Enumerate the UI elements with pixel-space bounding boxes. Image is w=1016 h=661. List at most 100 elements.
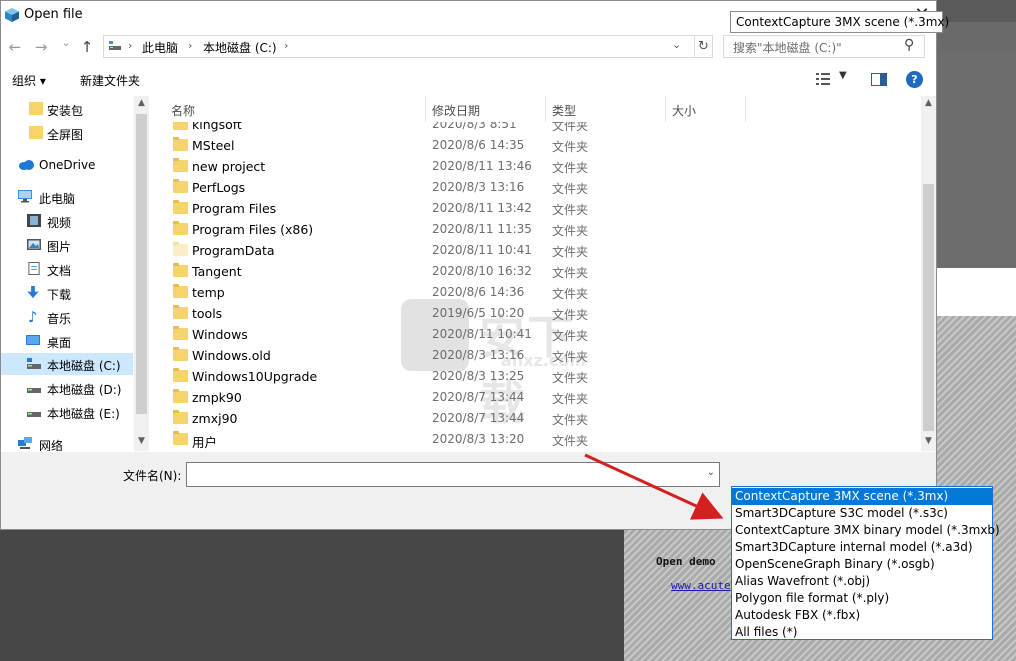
file-type-select[interactable]: ContextCapture 3MX scene (*.3mx) [730, 11, 949, 33]
sidebar-item-this-pc[interactable]: 此电脑 [1, 186, 133, 208]
table-row[interactable]: PerfLogs 2020/8/3 13:16 文件夹 [150, 177, 921, 198]
address-bar[interactable]: › 此电脑 › 本地磁盘 (C:) › ⌄ ↻ [103, 35, 713, 58]
file-name: zmpk90 [192, 390, 242, 405]
breadcrumb-local-disk-c[interactable]: 本地磁盘 (C:) [203, 39, 277, 56]
background-link[interactable]: www.acute [671, 579, 731, 592]
sidebar-item-label: 安装包 [47, 104, 84, 118]
file-type-option[interactable]: ContextCapture 3MX scene (*.3mx) [732, 488, 992, 505]
file-type: 文件夹 [552, 203, 589, 217]
sidebar-item-label: 此电脑 [39, 192, 76, 206]
scroll-down-icon[interactable]: ▼ [921, 436, 936, 446]
file-type-option[interactable]: Polygon file format (*.ply) [732, 590, 992, 607]
file-type-option[interactable]: Autodesk FBX (*.fbx) [732, 607, 992, 624]
scrollbar-thumb[interactable] [923, 184, 934, 431]
column-header-date[interactable]: 修改日期 [432, 102, 480, 119]
folder-icon [173, 347, 188, 361]
file-name: Windows10Upgrade [192, 369, 318, 384]
file-name: 用户 [192, 435, 218, 450]
column-header-type[interactable]: 类型 [552, 102, 576, 119]
column-divider[interactable] [545, 96, 546, 122]
file-name: new project [192, 159, 266, 174]
column-divider[interactable] [665, 96, 666, 122]
table-row[interactable]: new project 2020/8/11 13:46 文件夹 [150, 156, 921, 177]
file-list-scrollbar[interactable]: ▲ ▼ [921, 96, 936, 451]
table-row[interactable]: ProgramData 2020/8/11 10:41 文件夹 [150, 240, 921, 261]
background-demo-text: Open demo [656, 555, 716, 568]
refresh-icon[interactable]: ↻ [694, 36, 712, 57]
sidebar-item-label: 全屏图 [47, 128, 84, 142]
sidebar-item-downloads[interactable]: 下载 [1, 282, 133, 304]
file-type-option[interactable]: Smart3DCapture S3C model (*.s3c) [732, 505, 992, 522]
up-arrow-icon[interactable]: ↑ [77, 37, 97, 57]
breadcrumb-separator-icon: › [128, 39, 133, 52]
sidebar-item-network[interactable]: 网络 [1, 433, 133, 451]
column-divider[interactable] [425, 96, 426, 122]
table-row[interactable]: Program Files 2020/8/11 13:42 文件夹 [150, 198, 921, 219]
scroll-up-icon[interactable]: ▲ [921, 98, 936, 108]
back-arrow-icon[interactable]: ← [5, 37, 25, 57]
forward-arrow-icon[interactable]: → [31, 37, 51, 57]
preview-pane-icon[interactable] [871, 73, 887, 86]
file-date: 2020/8/11 13:42 [432, 201, 532, 215]
sidebar-item-music[interactable]: ♪ 音乐 [1, 306, 133, 328]
table-row[interactable]: Program Files (x86) 2020/8/11 11:35 文件夹 [150, 219, 921, 240]
file-name: tools [192, 306, 223, 321]
sidebar-item-installers[interactable]: 安装包 [1, 98, 133, 120]
file-type-option[interactable]: All files (*) [732, 624, 992, 641]
sidebar-item-label: 桌面 [47, 336, 72, 350]
cloud-icon [19, 160, 34, 170]
file-date: 2020/8/3 13:20 [432, 432, 525, 446]
column-header-size[interactable]: 大小 [672, 102, 696, 119]
sidebar-item-local-disk-e[interactable]: 本地磁盘 (E:) [1, 401, 133, 423]
file-type: 文件夹 [552, 224, 589, 238]
folder-icon [173, 305, 188, 319]
file-type-option[interactable]: OpenSceneGraph Binary (*.osgb) [732, 556, 992, 573]
folder-icon [173, 263, 188, 277]
sidebar-item-fullscreen[interactable]: 全屏图 [1, 122, 133, 144]
recent-locations-chevron-icon[interactable]: ⌄ [56, 33, 76, 53]
new-folder-button[interactable]: 新建文件夹 [80, 72, 140, 89]
file-type: 文件夹 [552, 245, 589, 259]
folder-icon [173, 326, 188, 340]
view-options-icon[interactable] [815, 72, 831, 86]
file-name: Windows [192, 327, 248, 342]
organize-button[interactable]: 组织 ▾ [12, 72, 46, 89]
filename-input[interactable]: ⌄ [186, 462, 720, 487]
column-header-name[interactable]: 名称 [171, 102, 195, 119]
file-name: zmxj90 [192, 411, 238, 426]
search-box[interactable]: 搜索"本地磁盘 (C:)" ⚲ [723, 35, 925, 58]
sidebar-item-label: 音乐 [47, 312, 72, 326]
music-icon: ♪ [28, 308, 38, 326]
sidebar-item-label: 视频 [47, 216, 72, 230]
background-white-panel [936, 268, 1016, 316]
scroll-down-icon[interactable]: ▼ [134, 436, 149, 446]
navigation-row: ← → ⌄ ↑ › 此电脑 › 本地磁盘 (C:) › ⌄ ↻ 搜索"本地磁盘 … [1, 31, 936, 63]
view-dropdown-icon[interactable]: ▼ [839, 70, 847, 81]
folder-icon [173, 200, 188, 214]
file-type-option[interactable]: Smart3DCapture internal model (*.a3d) [732, 539, 992, 556]
address-dropdown-chevron-icon[interactable]: ⌄ [672, 38, 681, 51]
sidebar-item-desktop[interactable]: 桌面 [1, 330, 133, 352]
file-date: 2020/8/6 14:35 [432, 138, 525, 152]
folder-icon [173, 137, 188, 151]
sidebar-item-local-disk-c[interactable]: 本地磁盘 (C:) [1, 353, 133, 375]
sidebar-item-videos[interactable]: 视频 [1, 210, 133, 232]
sidebar-item-pictures[interactable]: 图片 [1, 234, 133, 256]
scrollbar-thumb[interactable] [136, 114, 147, 414]
sidebar-item-onedrive[interactable]: OneDrive [1, 154, 133, 176]
chevron-down-icon[interactable]: ⌄ [707, 467, 715, 478]
navigation-scrollbar[interactable]: ▲ ▼ [134, 96, 149, 451]
open-file-dialog: Open file ✕ ← → ⌄ ↑ › 此电脑 › 本地磁盘 (C:) › … [0, 0, 937, 530]
file-type-option[interactable]: Alias Wavefront (*.obj) [732, 573, 992, 590]
help-icon[interactable]: ? [906, 71, 923, 88]
sidebar-item-documents[interactable]: 文档 [1, 258, 133, 280]
scroll-up-icon[interactable]: ▲ [134, 98, 149, 108]
file-name: Program Files (x86) [192, 222, 314, 237]
column-divider[interactable] [745, 96, 746, 122]
breadcrumb-this-pc[interactable]: 此电脑 [142, 39, 178, 56]
watermark-logo-icon [401, 299, 469, 371]
file-type-option[interactable]: ContextCapture 3MX binary model (*.3mxb) [732, 522, 1000, 539]
table-row[interactable]: Tangent 2020/8/10 16:32 文件夹 [150, 261, 921, 282]
sidebar-item-local-disk-d[interactable]: 本地磁盘 (D:) [1, 377, 133, 399]
table-row[interactable]: MSteel 2020/8/6 14:35 文件夹 [150, 135, 921, 156]
